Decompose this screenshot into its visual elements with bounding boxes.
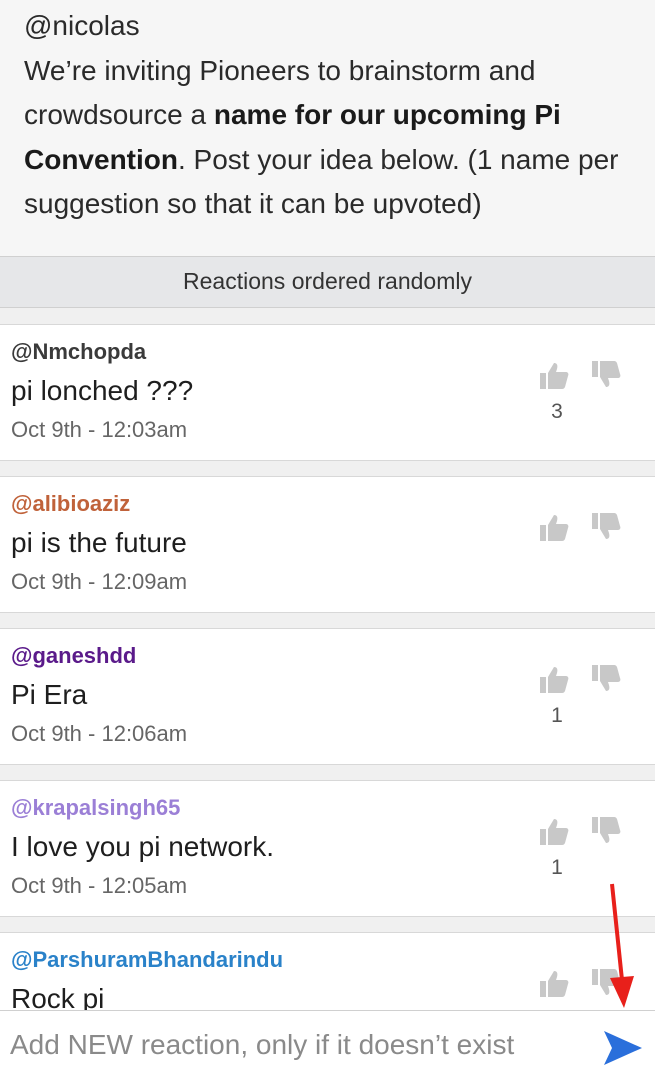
send-arrow-icon[interactable] xyxy=(602,1029,644,1067)
reaction-text: I love you pi network. xyxy=(11,831,275,862)
composer xyxy=(0,1010,655,1077)
vote-count: 1 xyxy=(551,704,563,727)
vote-count: 3 xyxy=(551,400,563,423)
reaction-username[interactable]: @Nmchopda xyxy=(11,339,146,365)
thumbs-down-icon[interactable] xyxy=(590,663,622,693)
reaction-timestamp: Oct 9th - 12:06am xyxy=(11,721,188,746)
post-author[interactable]: @nicolas xyxy=(24,4,631,49)
reaction-text: Pi Era xyxy=(11,679,88,710)
reactions-list[interactable]: @Nmchopda pi lonched ??? Oct 9th - 12:03am… xyxy=(0,308,655,1010)
reaction-username[interactable]: @alibioaziz xyxy=(11,491,130,517)
thumbs-up-icon[interactable] xyxy=(538,817,570,847)
reaction-card: @ParshuramBhandarindu Rock pi xyxy=(0,932,655,1010)
reaction-text: pi lonched ??? xyxy=(11,375,194,406)
thumbs-up-icon[interactable] xyxy=(538,513,570,543)
thumbs-up-icon[interactable] xyxy=(538,665,570,695)
thumbs-down-icon[interactable] xyxy=(590,359,622,389)
reaction-username[interactable]: @krapalsingh65 xyxy=(11,795,180,821)
reaction-text: Rock pi xyxy=(11,983,105,1010)
new-reaction-input[interactable] xyxy=(10,1021,590,1069)
reaction-text: pi is the future xyxy=(11,527,187,558)
vote-count: 1 xyxy=(551,856,563,879)
reaction-card: @Nmchopda pi lonched ??? Oct 9th - 12:03am… xyxy=(0,324,655,461)
reaction-timestamp: Oct 9th - 12:09am xyxy=(11,569,188,594)
reaction-timestamp: Oct 9th - 12:05am xyxy=(11,873,188,898)
thumbs-up-icon[interactable] xyxy=(538,361,570,391)
post: @nicolas We’re inviting Pioneers to brai… xyxy=(0,0,655,256)
reaction-timestamp: Oct 9th - 12:03am xyxy=(11,417,188,442)
reaction-card: @alibioaziz pi is the future Oct 9th - 12:… xyxy=(0,476,655,613)
thumbs-down-icon[interactable] xyxy=(590,511,622,541)
thumbs-up-icon[interactable] xyxy=(538,969,570,999)
reactions-header: Reactions ordered randomly xyxy=(0,256,655,308)
reaction-username[interactable]: @ParshuramBhandarindu xyxy=(11,947,283,973)
thumbs-down-icon[interactable] xyxy=(590,967,622,997)
thumbs-down-icon[interactable] xyxy=(590,815,622,845)
reaction-username[interactable]: @ganeshdd xyxy=(11,643,136,669)
reaction-card: @ganeshdd Pi Era Oct 9th - 12:06am 1 xyxy=(0,628,655,765)
reaction-card: @krapalsingh65 I love you pi network. Oct … xyxy=(0,780,655,917)
